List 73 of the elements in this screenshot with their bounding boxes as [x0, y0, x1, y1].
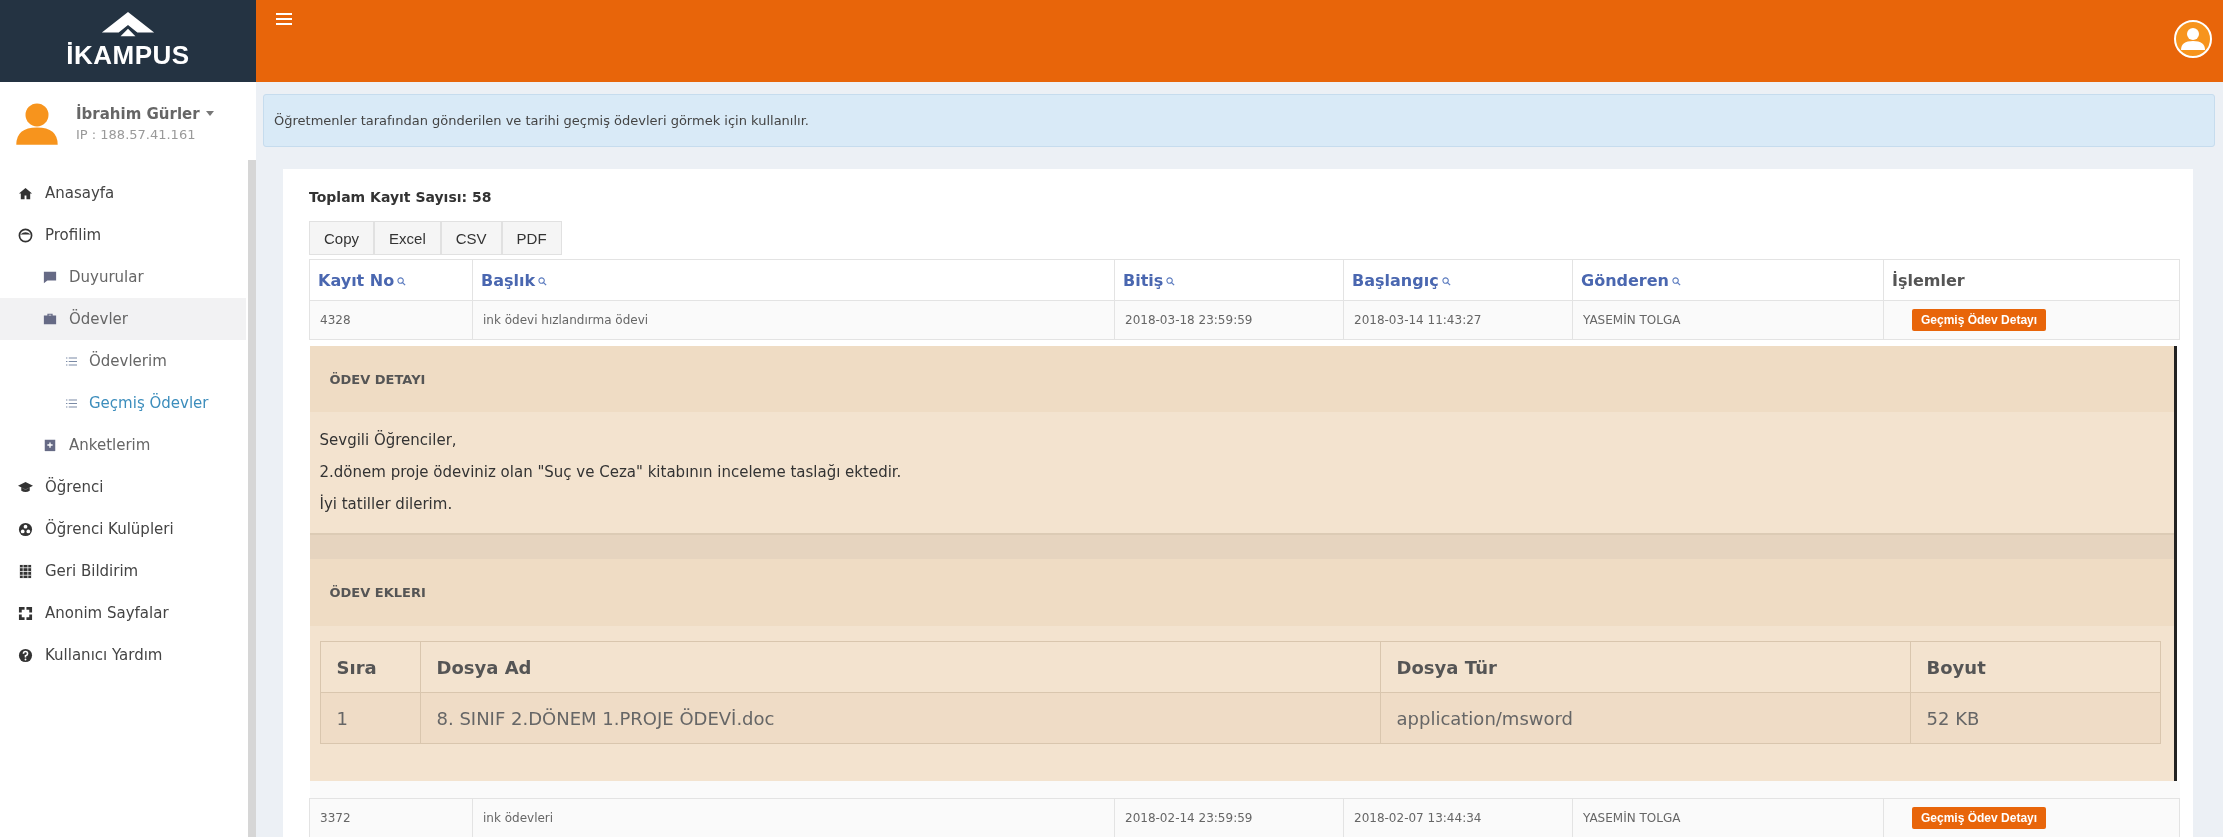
expand-icon [18, 605, 33, 621]
column-header: Boyut [1910, 641, 2160, 693]
detail-button[interactable]: Geçmiş Ödev Detayı [1912, 807, 2047, 829]
sidebar-item[interactable]: Öğrenci Kulüpleri [0, 508, 246, 550]
sidebar-item[interactable]: Profilim [0, 214, 246, 256]
user-circle-icon [18, 227, 33, 243]
help-icon [18, 647, 33, 663]
column-header[interactable]: Kayıt No [309, 259, 473, 301]
table-cell: YASEMİN TOLGA [1572, 300, 1884, 340]
sidebar-item[interactable]: Kullanıcı Yardım [0, 634, 246, 676]
ip-address: IP : 188.57.41.161 [76, 126, 197, 142]
film-icon [18, 563, 33, 579]
table-cell: 2018-03-18 23:59:59 [1114, 300, 1344, 340]
logo-text: İKAMPUS [66, 40, 190, 70]
table-cell: application/msword [1380, 692, 1910, 744]
panel-title: ÖDEV DETAYI [329, 371, 426, 387]
chat-icon [43, 270, 57, 284]
avatar-icon[interactable] [2173, 19, 2213, 59]
column-header: Sıra [320, 641, 420, 693]
message-line: 2.dönem proje ödeviniz olan "Suç ve Ceza" kitabının inceleme taslağı ektedir. [319, 462, 903, 483]
export-button[interactable]: PDF [501, 221, 562, 255]
message-line: Sevgili Öğrenciler, [319, 429, 458, 451]
briefcase-icon [43, 312, 57, 326]
table-cell: 8. SINIF 2.DÖNEM 1.PROJE ÖDEVİ.doc [420, 692, 1380, 744]
sidebar-item[interactable]: Geri Bildirim [0, 550, 246, 592]
column-header[interactable]: Gönderen [1572, 259, 1884, 301]
search-icon[interactable] [538, 276, 548, 286]
search-icon[interactable] [1671, 276, 1681, 286]
sidebar-item[interactable]: Duyurular [0, 256, 246, 298]
export-button[interactable]: Copy [309, 221, 375, 255]
table-cell: 52 KB [1910, 692, 2160, 744]
search-icon[interactable] [397, 276, 407, 286]
column-header[interactable]: İşlemler [1883, 259, 2180, 301]
scrollbar[interactable] [248, 160, 256, 837]
table-cell: ink ödevleri [472, 798, 1115, 837]
table-cell: 2018-02-14 23:59:59 [1114, 798, 1344, 837]
sidebar-item[interactable]: Ödevler [0, 298, 246, 340]
table-cell: YASEMİN TOLGA [1572, 798, 1884, 837]
user-name[interactable]: İbrahim Gürler [76, 104, 214, 123]
list-icon [66, 356, 77, 366]
column-header[interactable]: Başlık [472, 259, 1115, 301]
list-icon [66, 398, 77, 408]
record-count: Toplam Kayıt Sayısı: 58 [309, 189, 493, 205]
sidebar-item[interactable]: Öğrenci [0, 466, 246, 508]
clipboard-icon [43, 438, 57, 452]
export-button[interactable]: Excel [374, 221, 441, 255]
table-cell: ink ödevi hızlandırma ödevi [472, 300, 1115, 340]
table-cell: 3372 [309, 798, 473, 837]
graduation-cap-icon [18, 479, 33, 495]
table-cell: 1 [320, 692, 420, 744]
sidebar-item[interactable]: Anasayfa [0, 172, 246, 214]
column-header[interactable]: Başlangıç [1343, 259, 1573, 301]
table-cell: 4328 [309, 300, 473, 340]
menu-icon[interactable] [276, 12, 292, 26]
export-button[interactable]: CSV [440, 221, 502, 255]
search-icon[interactable] [1166, 276, 1176, 286]
message-line: İyi tatiller dilerim. [319, 493, 454, 515]
table-cell: 2018-02-07 13:44:34 [1343, 798, 1573, 837]
column-header: Dosya Ad [420, 641, 1380, 693]
sidebar-item[interactable]: Ödevlerim [0, 340, 246, 382]
radiation-icon [18, 521, 33, 537]
panel-title: ÖDEV EKLERI [329, 585, 426, 600]
info-text: Öğretmenler tarafından gönderilen ve tarihi geçmiş ödevleri görmek için kullanılır. [274, 113, 809, 128]
column-header[interactable]: Bitiş [1114, 259, 1344, 301]
sidebar-item[interactable]: Anketlerim [0, 424, 246, 466]
table-cell: 2018-03-14 11:43:27 [1343, 300, 1573, 340]
column-header: Dosya Tür [1380, 641, 1910, 693]
home-icon [18, 185, 33, 201]
sidebar-item[interactable]: Geçmiş Ödevler [0, 382, 246, 424]
detail-button[interactable]: Geçmiş Ödev Detayı [1912, 309, 2047, 331]
caret-icon[interactable] [205, 111, 214, 116]
search-icon[interactable] [1441, 276, 1451, 286]
sidebar-item[interactable]: Anonim Sayfalar [0, 592, 246, 634]
